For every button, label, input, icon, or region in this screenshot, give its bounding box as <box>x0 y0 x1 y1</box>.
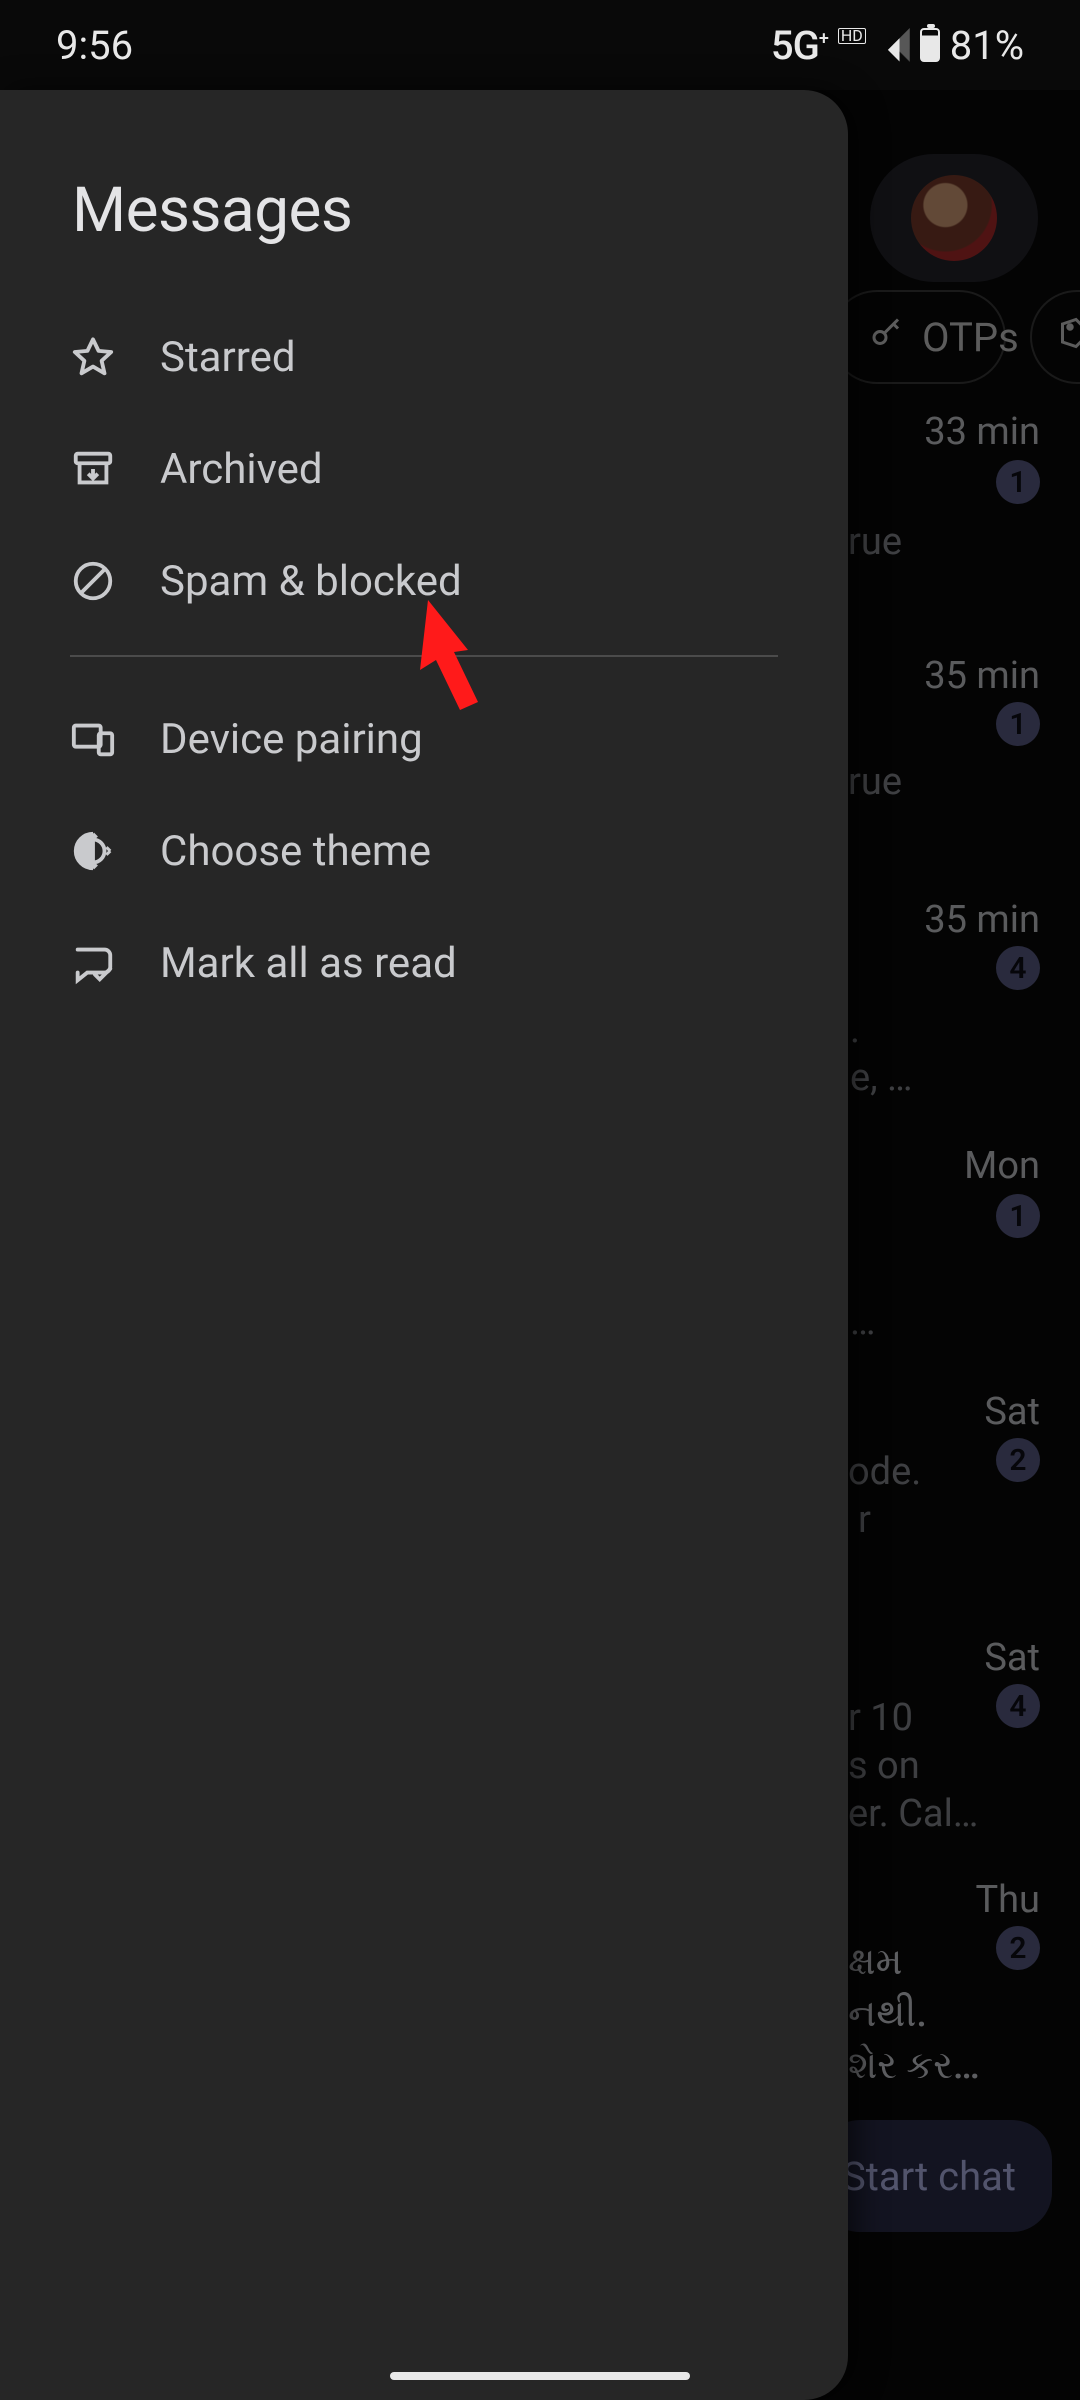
drawer-item-mark-all-read[interactable]: Mark all as read <box>0 907 848 1019</box>
status-time: 9:56 <box>56 22 133 69</box>
status-battery-pct: 81% <box>950 22 1024 69</box>
home-indicator[interactable] <box>390 2372 690 2380</box>
archive-icon <box>70 446 116 492</box>
status-network: 5G+ <box>771 22 828 69</box>
drawer-item-label: Spam & blocked <box>160 557 462 606</box>
markread-icon <box>70 940 116 986</box>
theme-icon <box>70 828 116 874</box>
status-hd-icon: HD <box>838 28 866 44</box>
battery-icon <box>920 28 940 62</box>
status-right: 5G+ HD 81% <box>771 22 1024 69</box>
drawer-item-starred[interactable]: Starred <box>0 301 848 413</box>
drawer-item-archived[interactable]: Archived <box>0 413 848 525</box>
drawer-item-label: Device pairing <box>160 715 423 764</box>
navigation-drawer: Messages Starred Archived Spam & blocked <box>0 90 848 2400</box>
signal-icon <box>876 28 910 62</box>
devices-icon <box>70 716 116 762</box>
drawer-item-choose-theme[interactable]: Choose theme <box>0 795 848 907</box>
block-icon <box>70 558 116 604</box>
drawer-item-label: Starred <box>160 333 296 382</box>
drawer-item-label: Archived <box>160 445 323 494</box>
drawer-item-label: Mark all as read <box>160 939 457 988</box>
status-bar: 9:56 5G+ HD 81% <box>0 0 1080 90</box>
star-icon <box>70 334 116 380</box>
annotation-arrow-icon <box>410 600 490 710</box>
drawer-title: Messages <box>0 150 848 301</box>
drawer-item-label: Choose theme <box>160 827 431 876</box>
